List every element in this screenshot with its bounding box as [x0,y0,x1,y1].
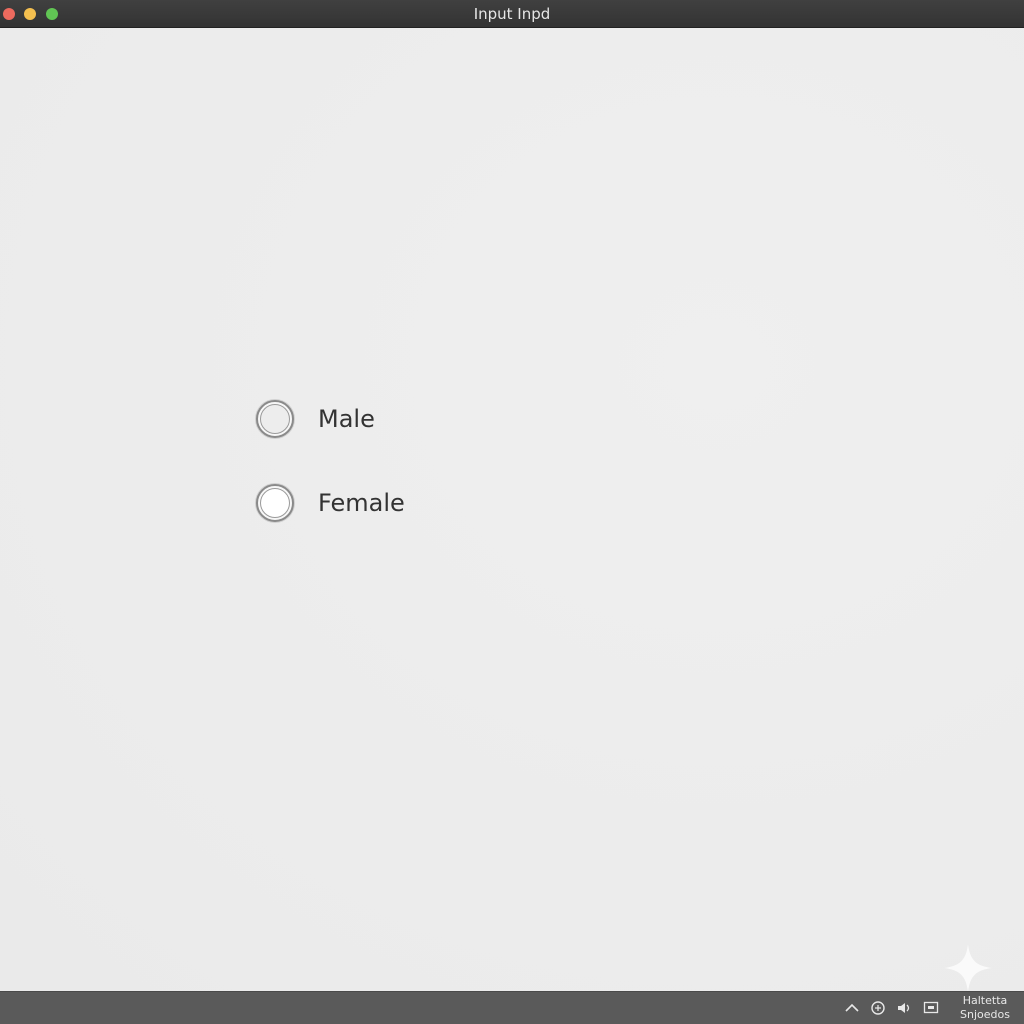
clock-line-1: Haltetta [962,994,1008,1007]
content-area [0,28,1024,991]
sparkle-icon [944,944,992,992]
radio-label-female[interactable]: Female [318,489,405,517]
network-icon[interactable] [869,999,887,1017]
radio-option-male[interactable]: Male [256,397,375,441]
volume-icon[interactable] [895,999,913,1017]
window-title: Input Inpd [473,5,551,23]
radio-option-female[interactable]: Female [256,481,405,525]
title-bar[interactable]: Input Inpd [0,0,1024,28]
radio-button-female[interactable] [256,484,294,522]
taskbar: Haltetta Snjoedos [0,991,1024,1024]
clock-line-2: Snjoedos [960,1008,1010,1021]
system-clock[interactable]: Haltetta Snjoedos [955,994,1015,1022]
radio-label-male[interactable]: Male [318,405,375,433]
chevron-up-icon[interactable] [843,999,861,1017]
display-icon[interactable] [922,999,940,1017]
radio-button-male[interactable] [256,400,294,438]
app-window: Input Inpd Male Female Haltetta Snjoedos [0,0,1024,1024]
